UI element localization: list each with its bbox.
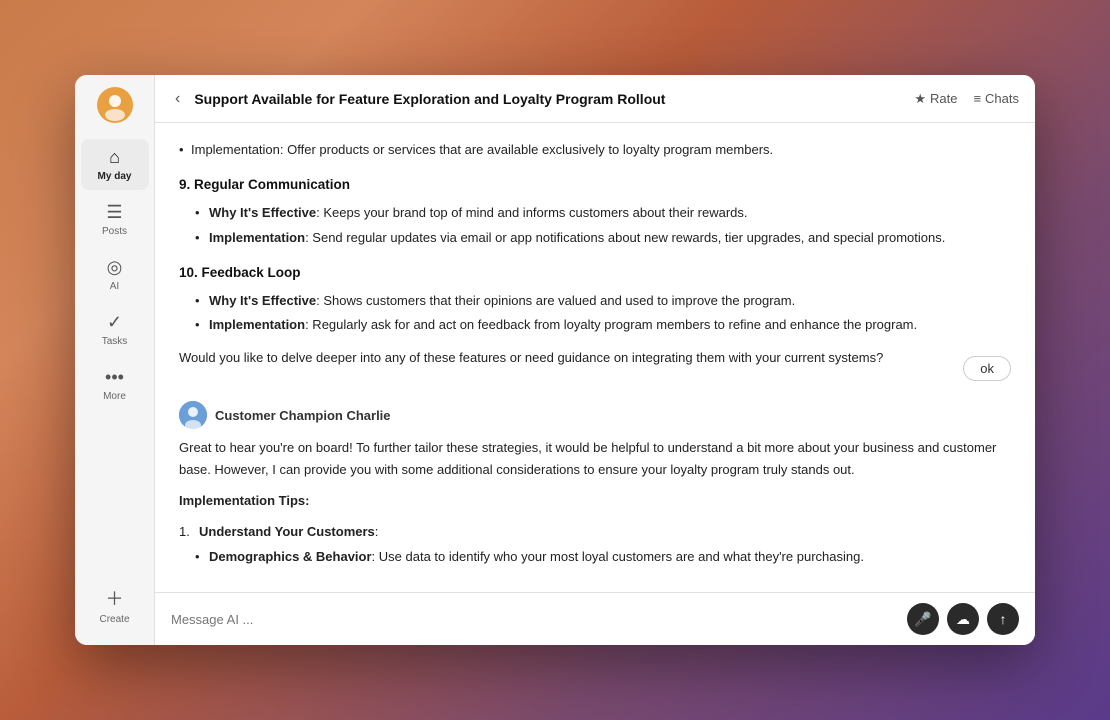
sidebar-item-ai[interactable]: ◎ AI: [81, 249, 149, 300]
agent-content: Great to hear you're on board! To furthe…: [179, 437, 1011, 568]
page-title: Support Available for Feature Exploratio…: [194, 91, 904, 107]
main-panel: ‹ Support Available for Feature Explorat…: [155, 75, 1035, 645]
sidebar: ⌂ My day ☰ Posts ◎ AI ✓ Tasks ••• More ＋…: [75, 75, 155, 645]
chat-area[interactable]: Implementation: Offer products or servic…: [155, 123, 1035, 592]
back-button[interactable]: ‹: [171, 86, 184, 112]
sidebar-item-create[interactable]: ＋ Create: [81, 577, 149, 633]
section-10-bullet-1: Why It's Effective: Shows customers that…: [195, 291, 1011, 312]
header-actions: ★ Rate ≡ Chats: [914, 91, 1019, 107]
cloud-button[interactable]: ☁: [947, 603, 979, 635]
closing-question: Would you like to delve deeper into any …: [179, 348, 1011, 369]
sidebar-item-posts[interactable]: ☰ Posts: [81, 194, 149, 245]
home-icon: ⌂: [109, 147, 120, 168]
agent-name: Customer Champion Charlie: [215, 408, 391, 423]
input-area: 🎤 ☁ ↑: [155, 592, 1035, 645]
ok-button[interactable]: ok: [963, 356, 1011, 381]
app-logo: [97, 87, 133, 123]
section-9-header: 9. Regular Communication: [179, 174, 1011, 196]
header: ‹ Support Available for Feature Explorat…: [155, 75, 1035, 123]
sidebar-item-more[interactable]: ••• More: [81, 359, 149, 410]
cloud-icon: ☁: [956, 611, 970, 628]
app-window: ⌂ My day ☰ Posts ◎ AI ✓ Tasks ••• More ＋…: [75, 75, 1035, 645]
mic-button[interactable]: 🎤: [907, 603, 939, 635]
agent-intro: Great to hear you're on board! To furthe…: [179, 437, 1011, 480]
posts-icon: ☰: [106, 202, 122, 223]
message-input[interactable]: [171, 612, 897, 627]
input-actions: 🎤 ☁ ↑: [907, 603, 1019, 635]
create-icon: ＋: [106, 585, 124, 611]
send-icon: ↑: [1000, 611, 1007, 627]
impl-tips-header: Implementation Tips:: [179, 490, 1011, 511]
agent-message: Customer Champion Charlie Great to hear …: [179, 401, 1011, 568]
sidebar-item-tasks[interactable]: ✓ Tasks: [81, 304, 149, 355]
rate-button[interactable]: ★ Rate: [914, 91, 957, 107]
ai-response-block: Implementation: Offer products or servic…: [179, 139, 1011, 381]
chats-button[interactable]: ≡ Chats: [973, 91, 1019, 106]
closing-block: ok Would you like to delve deeper into a…: [179, 348, 1011, 381]
mic-icon: 🎤: [914, 611, 931, 628]
avatar: [179, 401, 207, 429]
send-button[interactable]: ↑: [987, 603, 1019, 635]
tasks-icon: ✓: [107, 312, 122, 333]
chats-menu-icon: ≡: [973, 91, 981, 106]
section-10-header: 10. Feedback Loop: [179, 262, 1011, 284]
agent-header: Customer Champion Charlie: [179, 401, 1011, 429]
section-10-bullet-2: Implementation: Regularly ask for and ac…: [195, 315, 1011, 336]
top-bullet: Implementation: Offer products or servic…: [179, 139, 1011, 160]
more-icon: •••: [105, 367, 124, 388]
impl-tip-1-bullet: Demographics & Behavior: Use data to ide…: [195, 547, 1011, 568]
impl-tip-1: 1. Understand Your Customers:: [179, 521, 1011, 542]
section-9-bullet-1: Why It's Effective: Keeps your brand top…: [195, 203, 1011, 224]
section-9-bullet-2: Implementation: Send regular updates via…: [195, 228, 1011, 249]
star-icon: ★: [914, 91, 926, 107]
sidebar-item-my-day[interactable]: ⌂ My day: [81, 139, 149, 190]
ai-icon: ◎: [107, 257, 123, 278]
